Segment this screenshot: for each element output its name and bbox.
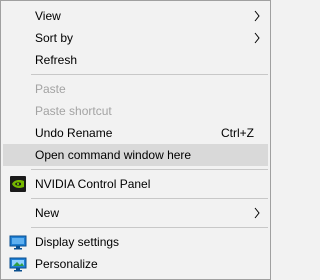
personalize-icon — [9, 257, 27, 272]
menu-item-label: NVIDIA Control Panel — [35, 177, 151, 191]
menu-separator — [31, 198, 268, 199]
menu-separator — [31, 227, 268, 228]
chevron-right-icon — [254, 10, 260, 22]
menu-item-label: Undo Rename — [35, 126, 113, 140]
menu-item-nvidia-control-panel[interactable]: NVIDIA Control Panel — [3, 173, 268, 195]
menu-item-label: Paste — [35, 82, 66, 96]
menu-item-label: Paste shortcut — [35, 104, 112, 118]
menu-item-sort-by[interactable]: Sort by — [3, 27, 268, 49]
menu-item-label: View — [35, 9, 61, 23]
menu-item-label: Personalize — [35, 257, 98, 271]
menu-item-view[interactable]: View — [3, 5, 268, 27]
chevron-right-icon — [254, 32, 260, 44]
menu-item-open-command-window[interactable]: Open command window here — [3, 144, 268, 166]
menu-item-undo-rename[interactable]: Undo Rename Ctrl+Z — [3, 122, 268, 144]
chevron-right-icon — [254, 207, 260, 219]
nvidia-icon — [10, 176, 26, 192]
menu-item-label: Open command window here — [35, 148, 192, 162]
keyboard-shortcut: Ctrl+Z — [221, 126, 254, 140]
menu-item-label: Refresh — [35, 53, 78, 67]
menu-item-paste: Paste — [3, 78, 268, 100]
menu-item-label: New — [35, 206, 60, 220]
menu-item-personalize[interactable]: Personalize — [3, 253, 268, 275]
menu-item-label: Sort by — [35, 31, 74, 45]
menu-item-display-settings[interactable]: Display settings — [3, 231, 268, 253]
desktop-context-menu: View Sort by Refresh Paste Paste shortcu… — [0, 0, 271, 280]
menu-separator — [31, 74, 268, 75]
menu-item-label: Display settings — [35, 235, 120, 249]
menu-item-new[interactable]: New — [3, 202, 268, 224]
menu-item-refresh[interactable]: Refresh — [3, 49, 268, 71]
menu-item-paste-shortcut: Paste shortcut — [3, 100, 268, 122]
menu-separator — [31, 169, 268, 170]
display-settings-icon — [9, 235, 27, 250]
